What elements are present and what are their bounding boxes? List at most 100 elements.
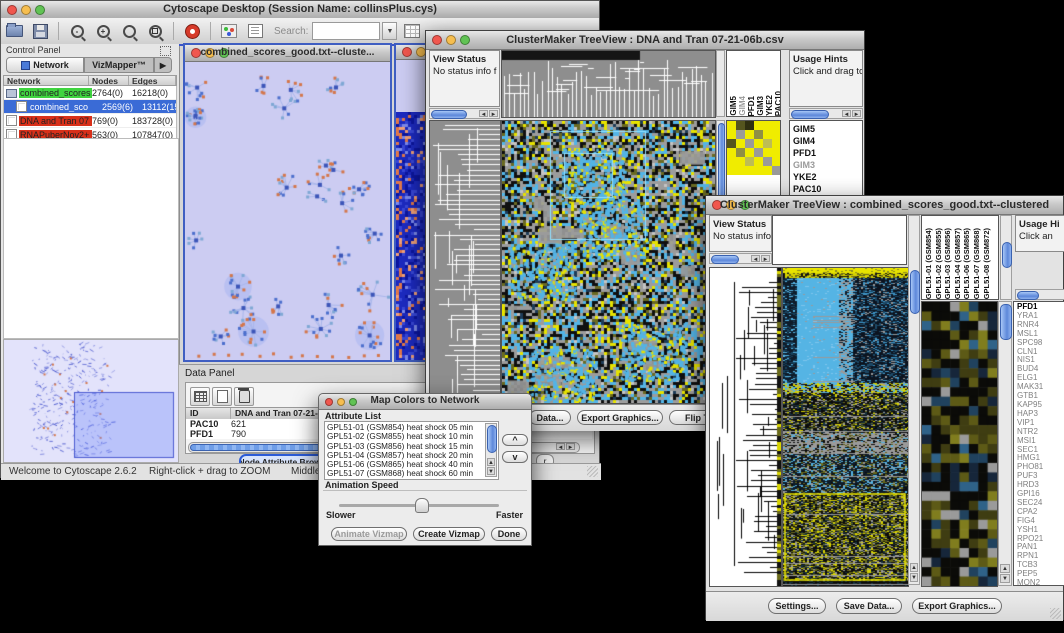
scroll-up-arrow[interactable]: ▲ [1000, 564, 1010, 573]
scrollbar-thumb[interactable] [487, 425, 497, 453]
new-attribute-button[interactable] [212, 387, 232, 406]
correlation-matrix[interactable] [727, 121, 780, 175]
network-name: combined_sco [29, 102, 102, 112]
zoom-fit-button[interactable] [145, 22, 165, 40]
view-status-box: View Status No status info f [429, 50, 500, 107]
network-canvas[interactable] [185, 61, 390, 360]
column-nodes[interactable]: Nodes [89, 76, 129, 85]
attribute-item[interactable]: GPL51-04 (GSM857) heat shock 20 min [327, 451, 484, 460]
scroll-right-arrow[interactable]: ► [489, 110, 498, 117]
zoom-selected-button[interactable] [119, 22, 139, 40]
tab-vizmapper[interactable]: VizMapper™ [84, 57, 154, 73]
usage-hints-hscrollbar[interactable]: ◄ ► [789, 108, 863, 119]
help-button[interactable] [182, 22, 202, 40]
birdseye-view[interactable] [3, 339, 179, 463]
heatmap[interactable] [501, 120, 716, 404]
select-attributes-button[interactable] [190, 387, 210, 406]
scroll-left-arrow[interactable]: ◄ [842, 110, 851, 117]
delete-attribute-button[interactable] [234, 387, 254, 406]
table-row-selected[interactable]: combined_sco 2569(6) 13112(15) [4, 100, 176, 114]
labels-vscrollbar[interactable] [1000, 215, 1012, 300]
scroll-left-arrow[interactable]: ◄ [479, 110, 488, 117]
window-resize-grip[interactable] [1050, 608, 1061, 619]
network-window-title-bar[interactable]: combined_scores_good.txt--cluste... [185, 45, 390, 62]
table-row[interactable]: DNA and Tran 07 769(0) 183728(0) [4, 114, 176, 128]
column-edges[interactable]: Edges [129, 76, 176, 85]
zoom-vscrollbar[interactable]: ▲ ▼ [998, 301, 1012, 586]
search-dropdown-button[interactable]: ▼ [382, 22, 397, 40]
attribute-item[interactable]: GPL51-07 (GSM868) heat shock 60 min [327, 469, 484, 478]
done-button[interactable]: Done [491, 527, 527, 541]
window-resize-grip[interactable] [587, 466, 598, 477]
zoom-out-button[interactable]: - [67, 22, 87, 40]
view-status-hscrollbar[interactable]: ◄ ► [709, 253, 772, 264]
scrollbar-thumb[interactable] [711, 255, 739, 264]
tab-network[interactable]: Network [6, 57, 84, 73]
slider-thumb[interactable] [415, 498, 429, 513]
save-data-button[interactable]: Save Data... [836, 598, 902, 614]
zoom-heatmap[interactable] [921, 301, 998, 587]
heatmap[interactable] [782, 267, 909, 587]
column-network[interactable]: Network [4, 76, 89, 85]
attribute-item[interactable]: GPL51-01 (GSM854) heat shock 05 min [327, 423, 484, 432]
birdseye-canvas[interactable] [4, 340, 176, 460]
attribute-item[interactable]: GPL51-02 (GSM855) heat shock 10 min [327, 432, 484, 441]
search-label: Search: [274, 26, 308, 37]
scrollbar-thumb[interactable] [791, 110, 829, 119]
scroll-down-arrow[interactable]: ▼ [487, 467, 495, 475]
treeview1-title-bar[interactable]: ClusterMaker TreeView : DNA and Tran 07-… [426, 31, 864, 50]
scroll-left-arrow[interactable]: ◄ [751, 255, 760, 262]
float-panel-icon[interactable] [160, 46, 171, 56]
move-up-button[interactable]: ^ [502, 434, 528, 446]
export-graphics-button[interactable]: Export Graphics... [577, 410, 663, 425]
treeview2-title-bar[interactable]: ClusterMaker TreeView : combined_scores_… [706, 196, 1063, 215]
create-vizmap-button[interactable]: Create Vizmap [413, 527, 485, 541]
network-overview-button[interactable] [219, 22, 239, 40]
main-title-bar[interactable]: Cytoscape Desktop (Session Name: collins… [1, 1, 599, 19]
save-data-button[interactable]: Data... [529, 410, 571, 425]
settings-button[interactable]: Settings... [768, 598, 826, 614]
column-dendrogram-empty[interactable] [772, 215, 907, 265]
column-label: GPL51-08 (GSM872) [982, 228, 992, 299]
scrollbar-thumb[interactable] [910, 270, 920, 314]
annotation-button[interactable] [245, 22, 265, 40]
scrollbar-thumb[interactable] [431, 110, 467, 119]
dialog-title-bar[interactable]: Map Colors to Network [319, 394, 531, 410]
close-button[interactable] [402, 47, 412, 57]
scroll-down-arrow[interactable]: ▼ [910, 573, 918, 582]
usage-hints-hscrollbar[interactable] [1015, 289, 1064, 300]
scroll-right-arrow[interactable]: ► [566, 443, 575, 450]
scroll-right-arrow[interactable]: ► [761, 255, 770, 262]
heatmap-vscrollbar[interactable]: ▲ ▼ [908, 215, 920, 585]
attribute-item[interactable]: GPL51-03 (GSM856) heat shock 15 min [327, 442, 484, 451]
row-dendrogram[interactable] [709, 267, 782, 587]
dendrogram-vscrollbar[interactable] [716, 50, 725, 117]
scrollbar-thumb[interactable] [1002, 242, 1012, 268]
animate-vizmap-button[interactable]: Animate Vizmap [331, 527, 407, 541]
scrollbar-thumb[interactable] [1000, 304, 1012, 340]
move-down-button[interactable]: v [502, 451, 528, 463]
search-input[interactable] [312, 22, 380, 40]
scroll-right-arrow[interactable]: ► [852, 110, 861, 117]
attribute-item[interactable]: GPL51-06 (GSM865) heat shock 40 min [327, 460, 484, 469]
column-dendrogram[interactable] [501, 50, 716, 118]
scroll-up-arrow[interactable]: ▲ [910, 563, 918, 572]
tab-overflow-button[interactable]: ▶ [154, 57, 172, 73]
table-row[interactable]: combined_scores 2764(0) 16218(0) [4, 86, 176, 100]
row-dendrogram[interactable] [429, 120, 501, 404]
list-vscrollbar[interactable]: ▲ ▼ [485, 423, 497, 477]
scroll-up-arrow[interactable]: ▲ [487, 458, 495, 466]
attribute-editor-button[interactable] [402, 22, 422, 40]
scroll-down-arrow[interactable]: ▼ [1000, 574, 1010, 583]
export-graphics-button[interactable]: Export Graphics... [912, 598, 1002, 614]
open-session-button[interactable] [4, 22, 24, 40]
network-view-window: combined_scores_good.txt--cluste... [183, 43, 392, 362]
view-status-hscrollbar[interactable]: ◄ ► [429, 108, 500, 119]
attribute-list[interactable]: GPL51-01 (GSM854) heat shock 05 minGPL51… [324, 421, 499, 480]
save-session-button[interactable] [30, 22, 50, 40]
usage-hints-box: Usage Hi Click an [1015, 215, 1064, 252]
scroll-left-arrow[interactable]: ◄ [556, 443, 565, 450]
column-id[interactable]: ID [186, 408, 231, 419]
zoom-in-button[interactable]: + [93, 22, 113, 40]
scrollbar-thumb[interactable] [1017, 291, 1039, 300]
